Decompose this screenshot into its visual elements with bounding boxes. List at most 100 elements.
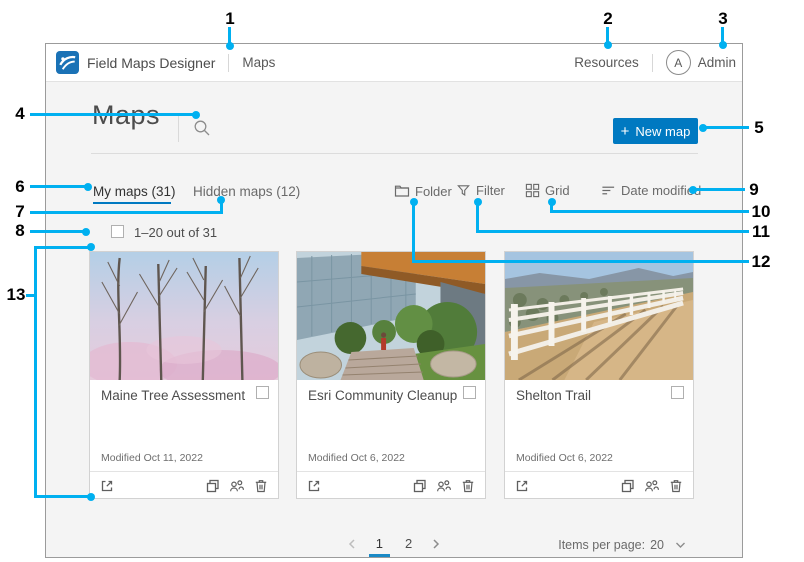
callout-dot (217, 196, 225, 204)
card-title: Maine Tree Assessment (101, 388, 245, 403)
callout-line (693, 188, 745, 191)
select-all-checkbox[interactable] (111, 225, 124, 238)
callout-line (476, 202, 479, 233)
page-2-button[interactable]: 2 (401, 534, 416, 553)
delete-icon[interactable] (460, 478, 476, 494)
callout-line (30, 211, 223, 214)
callout-number-13: 13 (7, 285, 26, 305)
title-divider (178, 116, 179, 142)
card-thumbnail-building (297, 252, 485, 380)
sort-button[interactable]: Date modified (601, 183, 701, 198)
user-menu[interactable]: Admin (698, 55, 736, 70)
open-map-icon[interactable] (514, 478, 530, 494)
folder-button[interactable]: Folder (394, 183, 452, 199)
nav-resources[interactable]: Resources (574, 55, 639, 70)
header-divider (228, 54, 229, 72)
delete-icon[interactable] (253, 478, 269, 494)
callout-line (30, 230, 86, 233)
search-icon[interactable] (192, 118, 212, 138)
card-modified-date: Modified Oct 11, 2022 (101, 452, 203, 464)
grid-icon (525, 183, 540, 198)
card-footer (505, 472, 693, 499)
chevron-down-icon (675, 541, 686, 549)
card-footer (297, 472, 485, 499)
grid-label: Grid (545, 183, 570, 198)
callout-dot (719, 41, 727, 49)
map-card-maine-tree-assessment[interactable]: Maine Tree Assessment Modified Oct 11, 2… (89, 251, 279, 499)
callout-line (30, 185, 88, 188)
app-header: Field Maps Designer Maps Resources A Adm… (46, 44, 742, 82)
callout-dot (699, 124, 707, 132)
selection-count-label: 1–20 out of 31 (134, 225, 217, 240)
card-modified-date: Modified Oct 6, 2022 (308, 452, 405, 464)
previous-page-icon[interactable] (346, 538, 358, 550)
duplicate-icon[interactable] (205, 478, 221, 494)
card-checkbox[interactable] (671, 386, 684, 399)
active-tab-underline (93, 202, 171, 204)
card-body: Shelton Trail Modified Oct 6, 2022 (505, 380, 693, 472)
title-rule (91, 153, 698, 154)
callout-dot (82, 228, 90, 236)
callout-dot (474, 198, 482, 206)
delete-icon[interactable] (668, 478, 684, 494)
filter-label: Filter (476, 183, 505, 198)
plus-icon: + (621, 123, 630, 140)
card-actions (412, 478, 476, 494)
share-group-icon[interactable] (229, 478, 245, 494)
page-1-button[interactable]: 1 (372, 534, 387, 553)
callout-dot (87, 243, 95, 251)
header-divider-2 (652, 54, 653, 72)
callout-dot (84, 183, 92, 191)
card-thumbnail-trees (90, 252, 278, 380)
esri-logo-icon (56, 51, 79, 74)
duplicate-icon[interactable] (620, 478, 636, 494)
nav-maps[interactable]: Maps (242, 55, 275, 70)
card-body: Maine Tree Assessment Modified Oct 11, 2… (90, 380, 278, 472)
share-group-icon[interactable] (436, 478, 452, 494)
card-checkbox[interactable] (463, 386, 476, 399)
callout-dot (410, 198, 418, 206)
callout-number-2: 2 (603, 9, 612, 29)
tab-hidden-maps[interactable]: Hidden maps (12) (193, 184, 300, 199)
callout-line (34, 246, 37, 498)
filter-icon (456, 183, 471, 198)
card-modified-date: Modified Oct 6, 2022 (516, 452, 613, 464)
callout-dot (226, 42, 234, 50)
filter-button[interactable]: Filter (456, 183, 505, 198)
open-map-icon[interactable] (99, 478, 115, 494)
callout-number-11: 11 (752, 222, 770, 242)
next-page-icon[interactable] (430, 538, 442, 550)
new-map-button[interactable]: + New map (613, 118, 698, 144)
callout-number-4: 4 (15, 104, 24, 124)
callout-number-7: 7 (15, 202, 24, 222)
card-body: Esri Community Cleanup Modified Oct 6, 2… (297, 380, 485, 472)
callout-line (36, 495, 91, 498)
callout-number-9: 9 (749, 180, 758, 200)
avatar[interactable]: A (666, 50, 691, 75)
tab-my-maps[interactable]: My maps (31) (93, 184, 176, 199)
duplicate-icon[interactable] (412, 478, 428, 494)
callout-number-3: 3 (718, 9, 727, 29)
card-title: Esri Community Cleanup (308, 388, 457, 403)
map-card-esri-community-cleanup[interactable]: Esri Community Cleanup Modified Oct 6, 2… (296, 251, 486, 499)
callout-line (30, 113, 196, 116)
open-map-icon[interactable] (306, 478, 322, 494)
callout-dot (548, 198, 556, 206)
card-footer (90, 472, 278, 499)
callout-number-8: 8 (15, 221, 24, 241)
callout-number-12: 12 (752, 252, 771, 272)
map-card-shelton-trail[interactable]: Shelton Trail Modified Oct 6, 2022 (504, 251, 694, 499)
items-per-page-label: Items per page: (558, 538, 645, 552)
callout-line (412, 202, 415, 263)
header-right: Resources A Admin (574, 50, 742, 75)
callout-line (703, 126, 749, 129)
callout-line (36, 246, 91, 249)
folder-label: Folder (415, 184, 452, 199)
grid-view-button[interactable]: Grid (525, 183, 570, 198)
share-group-icon[interactable] (644, 478, 660, 494)
items-per-page-select[interactable]: Items per page: 20 (558, 538, 686, 552)
card-checkbox[interactable] (256, 386, 269, 399)
callout-line (478, 230, 749, 233)
app-title: Field Maps Designer (87, 55, 215, 71)
callout-dot (689, 186, 697, 194)
